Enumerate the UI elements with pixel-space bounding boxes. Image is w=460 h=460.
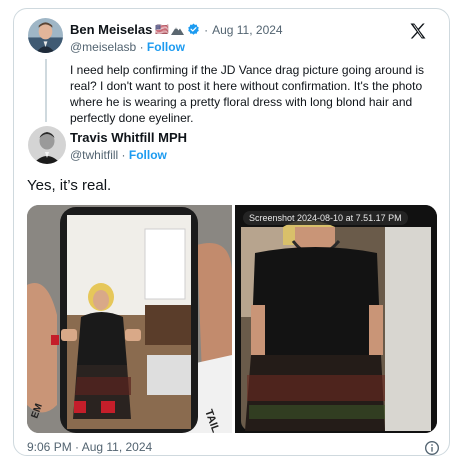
mountain-emoji-icon xyxy=(171,27,185,35)
phone-photo-image: EM TAIL xyxy=(27,205,232,433)
reply-tweet-text: Yes, it’s real. xyxy=(27,177,112,194)
quoted-author-avatar[interactable] xyxy=(28,18,63,53)
reply-handle-separator: · xyxy=(121,148,126,162)
media-photo-phone[interactable]: EM TAIL xyxy=(27,205,232,433)
x-logo-icon[interactable] xyxy=(408,21,428,41)
info-icon[interactable] xyxy=(424,440,440,456)
quoted-handle[interactable]: @meiselasb xyxy=(70,40,136,54)
quoted-handle-separator: · xyxy=(139,40,144,54)
quoted-separator: · xyxy=(204,22,209,37)
reply-follow-button[interactable]: Follow xyxy=(129,148,167,162)
media-screenshot-photo[interactable]: Screenshot 2024-08-10 at 7.51.17 PM xyxy=(235,205,437,433)
verified-badge-icon xyxy=(188,23,199,35)
screenshot-photo-image xyxy=(235,205,437,433)
reply-name-line: Travis Whitfill MPH xyxy=(70,130,187,145)
reply-author-name[interactable]: Travis Whitfill MPH xyxy=(70,130,187,145)
quoted-name-line: Ben Meiselas 🇺🇸 · Aug 11, 2024 xyxy=(70,22,283,37)
quoted-author-name[interactable]: Ben Meiselas xyxy=(70,22,152,37)
tweet-timestamp[interactable]: 9:06 PM · Aug 11, 2024 xyxy=(27,440,152,454)
quoted-handle-line: @meiselasb · Follow xyxy=(70,40,185,54)
quoted-date[interactable]: Aug 11, 2024 xyxy=(212,23,283,37)
tweet-card: Ben Meiselas 🇺🇸 · Aug 11, 2024 @meiselas… xyxy=(13,8,450,456)
media-grid: EM TAIL Screenshot 2024-08-10 at 7.51.17… xyxy=(27,205,437,433)
screenshot-label: Screenshot 2024-08-10 at 7.51.17 PM xyxy=(243,211,408,225)
quoted-tweet-text: I need help confirming if the JD Vance d… xyxy=(70,63,424,125)
reply-author-avatar[interactable] xyxy=(28,126,66,164)
reply-handle-line: @twhitfill · Follow xyxy=(70,148,167,162)
reply-handle[interactable]: @twhitfill xyxy=(70,148,118,162)
thread-connector-line xyxy=(45,59,47,122)
quoted-follow-button[interactable]: Follow xyxy=(147,40,185,54)
us-flag-icon: 🇺🇸 xyxy=(155,24,170,36)
